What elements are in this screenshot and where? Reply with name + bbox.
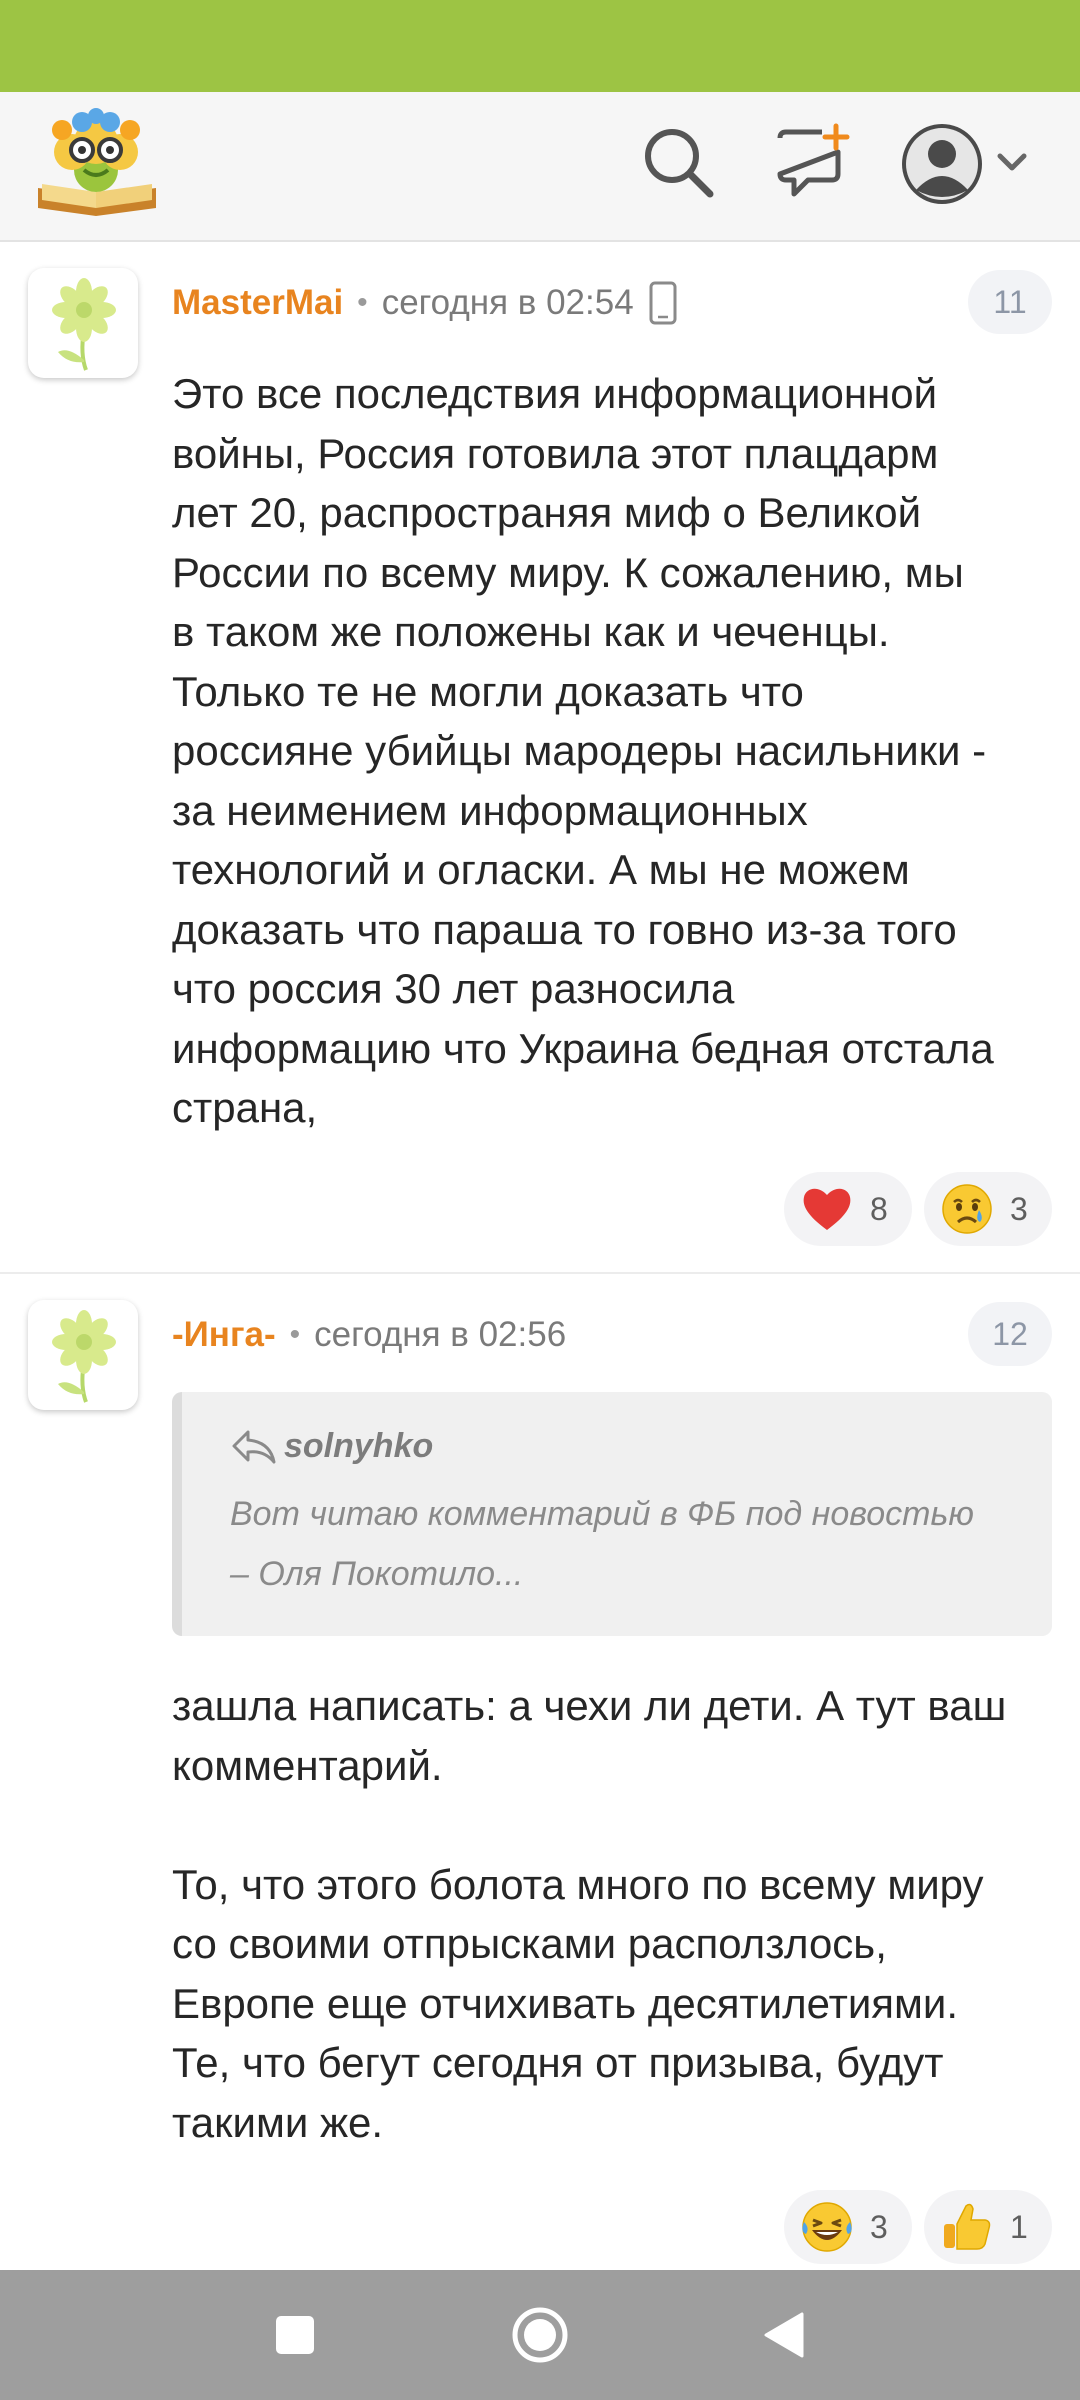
comment-time: сегодня в 02:56: [314, 1315, 567, 1354]
quoted-comment[interactable]: solnyhko Вот читаю комментарий в ФБ под …: [172, 1392, 1052, 1636]
book-reader-mascot-icon[interactable]: [32, 108, 162, 218]
comment-author[interactable]: -Инга-: [172, 1315, 276, 1355]
quote-header: solnyhko: [230, 1426, 433, 1466]
comment-author[interactable]: MasterMai: [172, 283, 343, 323]
comment-number-badge[interactable]: 11: [968, 270, 1052, 334]
comment-meta: MasterMai • сегодня в 02:54: [172, 278, 678, 328]
mobile-device-icon: [649, 281, 677, 325]
comment-item: -Инга- • сегодня в 02:56 12 solnyhko Вот…: [0, 1274, 1080, 2270]
reaction-count: 8: [870, 1190, 888, 1227]
reaction-count: 1: [1010, 2208, 1028, 2245]
comment-time: сегодня в 02:54: [381, 283, 634, 322]
heart-icon: [803, 1188, 851, 1230]
quote-author: solnyhko: [284, 1426, 434, 1465]
reaction-count: 3: [1010, 1190, 1028, 1227]
meta-separator: •: [357, 286, 368, 319]
user-avatar[interactable]: [28, 1300, 138, 1410]
meta-separator: •: [289, 1318, 301, 1351]
thumbs-up-icon: [944, 2203, 991, 2250]
comment-text: Это все последствия информационной войны…: [172, 370, 994, 1131]
comment-meta: -Инга- • сегодня в 02:56: [172, 1310, 566, 1360]
laughing-tears-icon: [802, 2202, 852, 2252]
new-message-icon[interactable]: [772, 122, 852, 202]
recent-apps-icon[interactable]: [260, 2300, 330, 2370]
home-icon[interactable]: [505, 2300, 575, 2370]
app-header: [0, 92, 1080, 242]
reaction-heart[interactable]: 8: [784, 1172, 912, 1246]
back-icon[interactable]: [750, 2300, 820, 2370]
user-avatar[interactable]: [28, 268, 138, 378]
crying-face-icon: [942, 1184, 992, 1234]
reply-arrow-icon: [232, 1430, 276, 1464]
comment-number-badge[interactable]: 12: [968, 1302, 1052, 1366]
system-nav-bar: [0, 2270, 1080, 2400]
reaction-laughing[interactable]: 3: [784, 2190, 912, 2264]
reaction-crying[interactable]: 3: [924, 1172, 1052, 1246]
search-icon[interactable]: [638, 122, 718, 202]
quote-text: Вот читаю комментарий в ФБ под новостью …: [230, 1495, 974, 1593]
profile-avatar-icon: [902, 124, 1027, 204]
comment-item: MasterMai • сегодня в 02:54 11 Это все п…: [0, 242, 1080, 1274]
reaction-count: 3: [870, 2208, 888, 2245]
comment-text: зашла написать: а чехи ли дети. А тут ва…: [172, 1682, 1007, 2146]
profile-menu-button[interactable]: [900, 118, 1030, 208]
status-bar: [0, 0, 1080, 92]
reaction-thumbs-up[interactable]: 1: [924, 2190, 1052, 2264]
